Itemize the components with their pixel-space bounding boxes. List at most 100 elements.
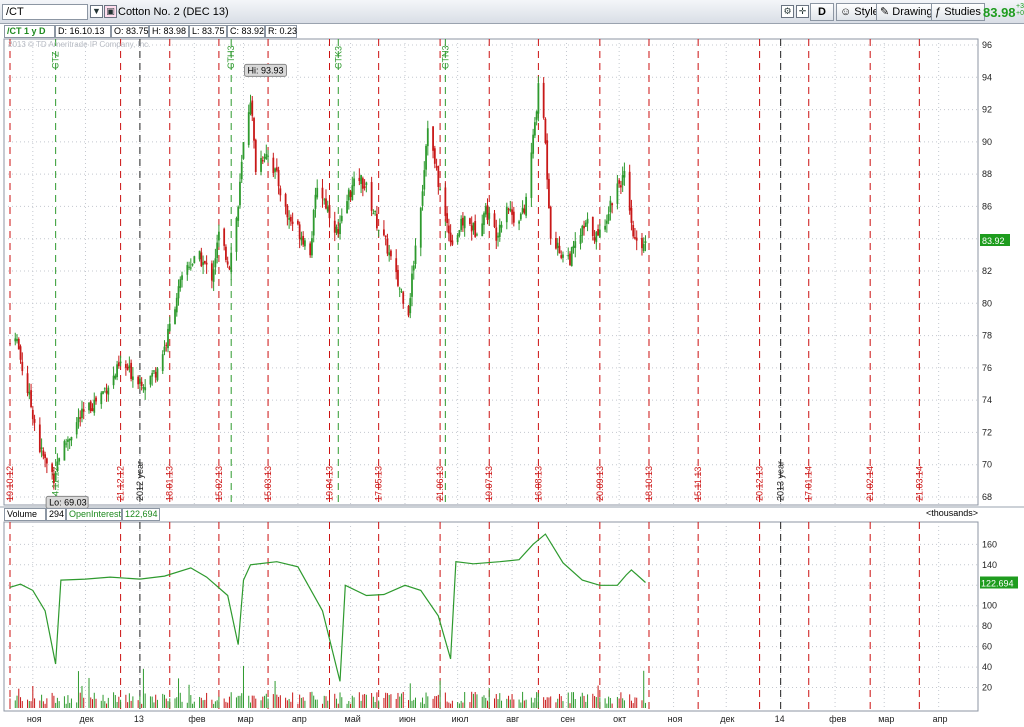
- candle-body: [333, 220, 336, 233]
- month-tick-label: 13: [134, 714, 144, 724]
- candle-body: [642, 244, 645, 252]
- candle-body: [375, 213, 378, 229]
- candle-body: [556, 242, 559, 248]
- studies-button[interactable]: ƒ Studies: [931, 3, 985, 21]
- candle-body: [45, 458, 48, 464]
- candle-body: [42, 450, 45, 456]
- candle-body: [116, 364, 118, 378]
- candle-body: [56, 461, 59, 471]
- candle-body: [70, 436, 73, 441]
- candle-body: [472, 222, 475, 231]
- candle-body: [425, 145, 427, 170]
- candle-body: [419, 207, 422, 248]
- event-marker-label: 18.01.13: [165, 466, 175, 501]
- candle-body: [569, 253, 571, 265]
- candle-body: [370, 182, 373, 211]
- candle-body: [360, 175, 362, 184]
- candle-body: [337, 229, 340, 234]
- candle-body: [597, 229, 599, 236]
- candle-body: [68, 439, 71, 441]
- candle-body: [609, 200, 612, 213]
- candle-body: [437, 165, 440, 187]
- symbol-input[interactable]: [2, 4, 88, 20]
- candle-body: [339, 223, 341, 235]
- candle-body: [51, 463, 54, 472]
- candle-body: [616, 183, 619, 204]
- candle-body: [212, 269, 215, 282]
- candle-body: [19, 346, 22, 360]
- event-marker-label: 15.03.13: [263, 466, 273, 501]
- price-tick-label: 94: [982, 72, 992, 82]
- candle-body: [128, 365, 131, 369]
- crosshair-icon[interactable]: ✛: [796, 5, 809, 18]
- price-tick-label: 72: [982, 427, 992, 437]
- candle-body: [275, 167, 278, 171]
- period-d-button[interactable]: D: [810, 3, 834, 21]
- candle-body: [618, 180, 621, 184]
- event-marker-label: 19.10.12: [5, 466, 15, 501]
- candle-body: [102, 391, 104, 394]
- open-interest-value: 122,694: [122, 508, 160, 521]
- candle-body: [198, 250, 201, 260]
- candle-body: [446, 213, 449, 224]
- candle-body: [488, 212, 491, 219]
- candle-body: [225, 246, 227, 260]
- candle-body: [284, 194, 287, 207]
- price-tick-label: 82: [982, 266, 992, 276]
- candle-body: [349, 191, 352, 198]
- chart-area[interactable]: 19.10.12 14.11.12CTZ21.12.12 2012 year 18.0…: [0, 0, 1024, 727]
- candle-body: [433, 148, 436, 164]
- candle-body: [151, 372, 154, 377]
- month-tick-label: мар: [237, 714, 253, 724]
- candle-body: [581, 226, 584, 236]
- event-marker-label: 19.04.13: [324, 466, 334, 501]
- price-tick-label: 80: [982, 298, 992, 308]
- candle-body: [484, 206, 487, 215]
- candle-body: [591, 216, 594, 237]
- candle-body: [412, 265, 415, 271]
- event-marker-label: 2012 year: [135, 461, 145, 501]
- candle-body: [274, 168, 276, 172]
- candle-body: [254, 139, 257, 172]
- candle-body: [323, 199, 326, 201]
- candle-body: [326, 206, 329, 212]
- candle-body: [555, 237, 557, 249]
- info-low: L: 83.75: [189, 25, 227, 38]
- candle-body: [620, 185, 622, 188]
- candle-body: [131, 376, 134, 380]
- symbol-dropdown-icon[interactable]: ▼: [90, 5, 103, 18]
- candle-body: [309, 243, 312, 256]
- candle-body: [277, 170, 280, 187]
- candle-body: [562, 254, 564, 258]
- settings-icon[interactable]: ⚙: [781, 5, 794, 18]
- event-marker-label: 19.07.13: [484, 466, 494, 501]
- candle-body: [247, 112, 250, 145]
- chart-label[interactable]: /CT 1 y D: [4, 25, 55, 38]
- candle-body: [253, 118, 255, 141]
- candle-body: [444, 187, 447, 217]
- candle-body: [261, 160, 264, 162]
- candle-body: [462, 217, 464, 226]
- link-icon[interactable]: ▣: [104, 5, 117, 18]
- candle-body: [16, 338, 18, 342]
- month-tick-label: 14: [775, 714, 785, 724]
- month-tick-label: мар: [878, 714, 894, 724]
- candle-body: [175, 297, 178, 313]
- candle-body: [395, 258, 398, 273]
- price-tick-label: 96: [982, 40, 992, 50]
- candle-body: [498, 224, 501, 237]
- candle-body: [435, 166, 438, 168]
- month-tick-label: май: [345, 714, 361, 724]
- candle-body: [423, 170, 426, 190]
- candle-body: [604, 225, 607, 230]
- month-tick-label: фев: [829, 714, 846, 724]
- candle-body: [521, 207, 524, 213]
- candle-body: [476, 234, 478, 236]
- candle-body: [634, 237, 636, 239]
- month-tick-label: дек: [79, 714, 93, 724]
- candle-body: [279, 188, 282, 196]
- candle-body: [451, 240, 454, 245]
- candle-body: [67, 439, 69, 442]
- candle-body: [361, 178, 364, 189]
- candle-body: [107, 387, 110, 395]
